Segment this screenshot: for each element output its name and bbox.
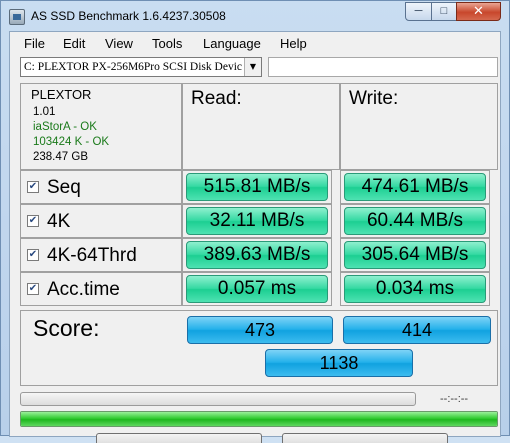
menu-tools[interactable]: Tools [152, 36, 182, 51]
4k-read-value: 32.11 MB/s [186, 207, 328, 235]
acc-time-checkbox[interactable]: ✔ [27, 283, 39, 295]
close-icon: ✕ [473, 3, 484, 18]
menu-language[interactable]: Language [203, 36, 261, 51]
alignment-status: 103424 K - OK [33, 136, 110, 148]
menu-view[interactable]: View [105, 36, 133, 51]
elapsed-time: --:--:-- [440, 393, 469, 405]
test-row-acc-time: ✔ Acc.time [20, 272, 182, 306]
4k-label: 4K [47, 211, 71, 232]
acc-time-read-cell: 0.057 ms [182, 272, 332, 306]
drive-model: PLEXTOR [31, 87, 92, 102]
seq-read-cell: 515.81 MB/s [182, 170, 332, 204]
score-write-value: 414 [343, 316, 491, 344]
drive-select-value: C: PLEXTOR PX-256M6Pro SCSI Disk Devic [24, 61, 242, 73]
score-label: Score: [33, 315, 100, 341]
start-button[interactable] [96, 433, 262, 443]
minimize-button[interactable]: ─ [405, 2, 432, 21]
4k-64thrd-write-cell: 305.64 MB/s [340, 238, 490, 272]
chevron-down-icon[interactable]: ▼ [244, 58, 261, 76]
read-header-panel: Read: [182, 83, 340, 170]
menu-bar: File Edit View Tools Language Help [10, 32, 500, 54]
maximize-icon: □ [440, 5, 448, 17]
total-progress-bar [20, 411, 498, 427]
seq-checkbox[interactable]: ✔ [27, 181, 39, 193]
score-read-value: 473 [187, 316, 333, 344]
4k-64thrd-checkbox[interactable]: ✔ [27, 249, 39, 261]
score-total-value: 1138 [265, 349, 413, 377]
menu-file[interactable]: File [24, 36, 45, 51]
extra-input[interactable] [268, 57, 498, 77]
window-title: AS SSD Benchmark 1.6.4237.30508 [31, 9, 226, 23]
4k-64thrd-read-value: 389.63 MB/s [186, 241, 328, 269]
acc-time-write-cell: 0.034 ms [340, 272, 490, 306]
4k-write-cell: 60.44 MB/s [340, 204, 490, 238]
drive-info-panel: PLEXTOR 1.01 iaStorA - OK 103424 K - OK … [20, 83, 182, 170]
test-row-4k-64thrd: ✔ 4K-64Thrd [20, 238, 182, 272]
4k-write-value: 60.44 MB/s [344, 207, 486, 235]
drive-select[interactable]: C: PLEXTOR PX-256M6Pro SCSI Disk Devic ▼ [20, 57, 262, 77]
read-header: Read: [191, 88, 242, 109]
seq-read-value: 515.81 MB/s [186, 173, 328, 201]
4k-checkbox[interactable]: ✔ [27, 215, 39, 227]
client-area: File Edit View Tools Language Help C: PL… [9, 31, 501, 443]
driver-status: iaStorA - OK [33, 121, 97, 133]
drive-capacity: 238.47 GB [33, 151, 88, 163]
score-panel: Score: 473 414 1138 [20, 310, 498, 386]
total-progress-fill [21, 412, 497, 426]
seq-write-cell: 474.61 MB/s [340, 170, 490, 204]
maximize-button[interactable]: □ [431, 2, 457, 21]
test-row-seq: ✔ Seq [20, 170, 182, 204]
app-icon [9, 9, 25, 25]
app-window: AS SSD Benchmark 1.6.4237.30508 ─ □ ✕ Fi… [0, 0, 510, 443]
test-row-4k: ✔ 4K [20, 204, 182, 238]
4k-64thrd-label: 4K-64Thrd [47, 245, 137, 266]
abort-button[interactable] [282, 433, 448, 443]
menu-help[interactable]: Help [280, 36, 307, 51]
write-header-panel: Write: [340, 83, 498, 170]
acc-time-write-value: 0.034 ms [344, 275, 486, 303]
write-header: Write: [349, 88, 399, 109]
minimize-icon: ─ [414, 5, 423, 17]
menu-edit[interactable]: Edit [63, 36, 85, 51]
acc-time-label: Acc.time [47, 279, 120, 300]
4k-64thrd-write-value: 305.64 MB/s [344, 241, 486, 269]
drive-firmware: 1.01 [33, 106, 56, 118]
seq-write-value: 474.61 MB/s [344, 173, 486, 201]
title-bar[interactable]: AS SSD Benchmark 1.6.4237.30508 ─ □ ✕ [1, 1, 509, 31]
seq-label: Seq [47, 177, 81, 198]
acc-time-read-value: 0.057 ms [186, 275, 328, 303]
4k-read-cell: 32.11 MB/s [182, 204, 332, 238]
4k-64thrd-read-cell: 389.63 MB/s [182, 238, 332, 272]
close-button[interactable]: ✕ [456, 2, 501, 21]
test-progress-bar [20, 392, 416, 406]
